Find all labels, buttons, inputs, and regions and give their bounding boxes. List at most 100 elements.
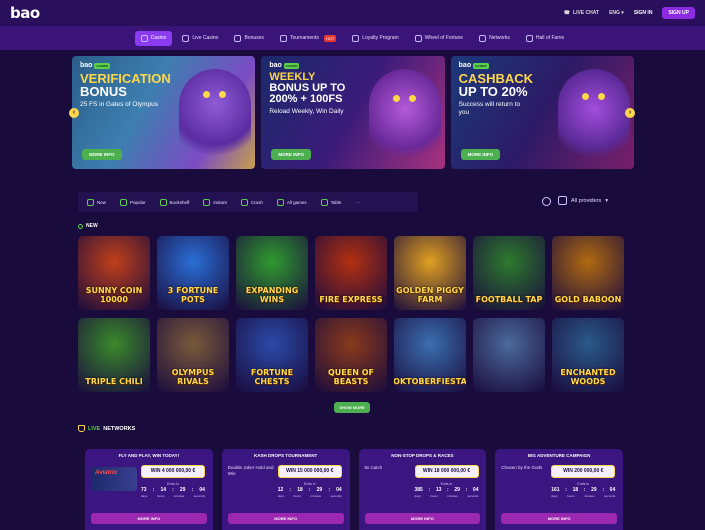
sign-in-button[interactable]: SIGN IN	[634, 10, 653, 16]
game-title: 3 Fortune Pots	[167, 286, 219, 304]
filter-all-games[interactable]: All games	[272, 197, 312, 208]
game-tile[interactable]: Triple Chili	[78, 318, 150, 392]
game-tile[interactable]: Oktoberfiesta	[394, 318, 466, 392]
new-icon	[87, 198, 94, 206]
banner-logo: bao CASINO	[458, 62, 489, 69]
filter-table[interactable]: Table	[316, 197, 347, 208]
carousel-next-arrow[interactable]: ›	[625, 108, 635, 118]
mascot-illustration	[179, 69, 252, 169]
filter-bookshelf[interactable]: Bookshelf	[155, 197, 195, 208]
section-title: NEW	[86, 223, 98, 229]
language-select[interactable]: ENG ▾	[609, 10, 624, 16]
game-title: Olympus Rivals	[171, 368, 215, 386]
game-title: Expanding Wins	[245, 286, 299, 304]
section-live-networks-header: LIVE NETWORKS	[78, 425, 135, 432]
game-title: Fire Express	[319, 295, 383, 304]
nav-casino[interactable]: Casino	[134, 30, 173, 46]
rocket-icon	[240, 198, 248, 206]
filter-crash[interactable]: Crash	[236, 197, 268, 208]
game-title: Queen of Beasts	[328, 368, 374, 386]
nav-hall-of-fame[interactable]: Hall of Fame	[520, 31, 570, 46]
show-more-button[interactable]: SHOW MORE	[334, 402, 370, 413]
bookshelf-icon	[159, 198, 167, 206]
ends-in-label: Ends in	[440, 482, 453, 486]
countdown: 73:14:29:04	[141, 487, 205, 493]
game-tile[interactable]: Enchanted Woods	[552, 318, 624, 392]
banner-weekly-bonus[interactable]: bao CASINO WEEKLY BONUS UP TO 200% + 100FS …	[261, 56, 445, 169]
banner-more-info-button[interactable]: MORE INFO	[460, 149, 501, 160]
nav-bonuses[interactable]: Bonuses	[228, 31, 269, 46]
nav-live-casino[interactable]: Live Casino	[176, 31, 224, 46]
countdown-units: days hours minutes seconds	[414, 494, 479, 498]
providers-dropdown[interactable]: All providers ▾	[558, 196, 608, 205]
game-title: Football Tap	[475, 295, 543, 304]
filter-label: All games	[286, 199, 307, 205]
banner-verification-bonus[interactable]: bao CASINO VERIFICATION BONUS 25 FS in Gat…	[72, 56, 256, 169]
countdown: 161:18:29:04	[551, 487, 616, 493]
nav-loyalty[interactable]: Loyalty Program	[346, 31, 404, 46]
prize-amount: WIN 18 000 000,00 €	[414, 465, 479, 478]
promo-more-info-button[interactable]: MORE INFO	[501, 513, 617, 524]
live-chat-button[interactable]: ☎ LIVE CHAT	[564, 10, 599, 16]
nav-tournaments[interactable]: Tournaments HOT	[274, 31, 342, 46]
game-tile[interactable]: Queen of Beasts	[315, 318, 387, 392]
logo[interactable]: bao	[10, 4, 40, 22]
networks-label: NETWORKS	[103, 425, 136, 432]
promo-card: KASH DROPS TOURNAMENT Double Joker Hold …	[221, 449, 350, 530]
ends-in-label: Ends in	[167, 482, 179, 486]
search-icon[interactable]	[542, 197, 551, 206]
prize-amount: WIN 4 000 000,00 €	[141, 465, 205, 478]
network-promos: FLY AND PLAY, WIN TODAY! Aviatrix WIN 4 …	[85, 449, 623, 530]
carousel-prev-arrow[interactable]: ‹	[69, 108, 79, 118]
game-title: Golden Piggy Farm	[396, 286, 464, 304]
nav-wheel[interactable]: Wheel of Fortune	[409, 31, 469, 46]
section-new-header: NEW	[78, 223, 98, 229]
live-casino-icon	[182, 34, 190, 42]
countdown-units: days hours minutes seconds	[277, 494, 342, 498]
wheel-icon	[414, 34, 422, 42]
banner-tag: CASINO	[473, 62, 489, 69]
sign-up-button[interactable]: SIGN UP	[662, 7, 695, 19]
game-tile[interactable]: Olympus Rivals	[157, 318, 229, 392]
promo-more-info-button[interactable]: MORE INFO	[91, 513, 207, 524]
game-tile[interactable]: Football Tap	[473, 236, 545, 310]
star-icon	[525, 34, 533, 42]
countdown: 12:18:29:04	[277, 487, 342, 493]
game-tile[interactable]: Fire Express	[315, 236, 387, 310]
crown-icon	[352, 34, 360, 42]
chevron-down-icon: ▾	[621, 10, 624, 16]
filter-more[interactable]: ···	[350, 198, 365, 207]
game-tile[interactable]: Golden Piggy Farm	[394, 236, 466, 310]
game-tile[interactable]: Fortune Chests	[236, 318, 308, 392]
promo-carousel: bao CASINO VERIFICATION BONUS 25 FS in Gat…	[72, 56, 634, 169]
game-title: Oktoberfiesta	[394, 377, 466, 386]
banner-tag: CASINO	[283, 62, 300, 69]
promo-more-info-button[interactable]: MORE INFO	[364, 513, 481, 524]
live-chat-label: LIVE CHAT	[573, 10, 600, 16]
promo-more-info-button[interactable]: MORE INFO	[227, 513, 344, 524]
ends-in-label: Ends in	[303, 482, 316, 486]
banner-more-info-button[interactable]: MORE INFO	[271, 149, 311, 160]
game-filter-bar: New Popular Bookshelf Instant Crash All …	[78, 192, 418, 212]
game-tile[interactable]: Gold Baboon	[552, 236, 624, 310]
banner-more-info-button[interactable]: MORE INFO	[82, 149, 122, 160]
fire-icon	[120, 198, 128, 206]
nav-networks[interactable]: Networks	[473, 31, 516, 46]
language-label: ENG	[609, 10, 620, 16]
banner-cashback[interactable]: bao CASINO CASHBACK UP TO 20% Success will…	[450, 56, 634, 169]
game-tile[interactable]: 3 Fortune Pots	[157, 236, 229, 310]
trophy-icon	[279, 34, 287, 42]
promo-title: NON-STOP DROPS & RACES	[391, 453, 454, 458]
filter-label: Table	[330, 199, 342, 205]
game-tile[interactable]	[473, 318, 545, 392]
filter-new[interactable]: New	[82, 197, 111, 208]
nav-label: Tournaments	[289, 35, 319, 41]
promo-card: FLY AND PLAY, WIN TODAY! Aviatrix WIN 4 …	[85, 449, 213, 530]
game-tile[interactable]: Expanding Wins	[236, 236, 308, 310]
banner-subtitle: Success will return to you	[458, 101, 521, 116]
game-tile[interactable]: Sunny Coin 10000	[78, 236, 150, 310]
filter-instant[interactable]: Instant	[198, 197, 232, 208]
filter-popular[interactable]: Popular	[115, 197, 151, 208]
chevron-down-icon: ▾	[605, 197, 609, 204]
table-icon	[320, 198, 328, 206]
